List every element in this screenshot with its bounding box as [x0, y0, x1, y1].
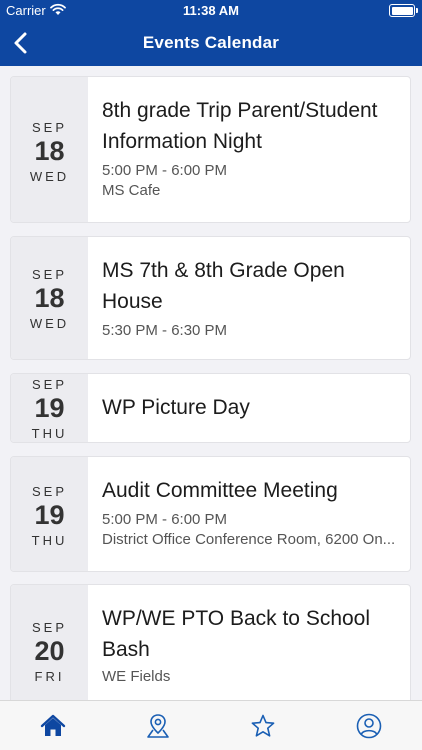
event-month: SEP — [31, 484, 67, 499]
star-icon[interactable] — [250, 713, 276, 739]
clock: 11:38 AM — [183, 3, 239, 18]
event-day: 20 — [34, 636, 65, 666]
event-card[interactable]: SEP 19 THU WP Picture Day — [10, 373, 411, 443]
page-title: Events Calendar — [142, 33, 280, 52]
event-location: District Office Conference Room, 6200 On… — [102, 531, 396, 548]
status-bar: Carrier 11:38 AM — [0, 0, 422, 22]
profile-icon[interactable] — [356, 713, 382, 739]
event-date: SEP 19 THU — [11, 374, 88, 442]
event-weekday: THU — [31, 426, 68, 441]
event-date: SEP 18 WED — [11, 237, 88, 359]
event-info: WP/WE PTO Back to School Bash WE Fields — [102, 603, 402, 685]
event-month: SEP — [31, 377, 67, 392]
home-icon[interactable] — [40, 713, 66, 739]
tab-bar — [0, 700, 422, 750]
event-month: SEP — [31, 267, 67, 282]
battery-icon — [389, 4, 418, 17]
event-location: MS Cafe — [102, 182, 161, 199]
event-info: 8th grade Trip Parent/Student Informatio… — [102, 95, 402, 199]
event-title: Audit Committee Meeting — [102, 479, 338, 502]
event-info: Audit Committee Meeting 5:00 PM - 6:00 P… — [102, 475, 402, 548]
event-location: WE Fields — [102, 668, 171, 685]
event-info: WP Picture Day — [102, 392, 402, 423]
event-weekday: WED — [29, 316, 70, 331]
event-day: 19 — [34, 393, 65, 423]
event-date: SEP 19 THU — [11, 457, 88, 571]
event-date: SEP 20 FRI — [11, 585, 88, 700]
event-day: 18 — [34, 136, 65, 166]
event-weekday: FRI — [34, 669, 65, 684]
map-pin-icon[interactable] — [145, 713, 171, 739]
event-time: 5:30 PM - 6:30 PM — [102, 322, 228, 339]
event-title: 8th grade Trip Parent/Student Informatio… — [102, 99, 378, 153]
event-day: 19 — [34, 500, 65, 530]
event-month: SEP — [31, 120, 67, 135]
event-month: SEP — [31, 620, 67, 635]
event-date: SEP 18 WED — [11, 77, 88, 222]
event-title: WP/WE PTO Back to School Bash — [102, 607, 371, 661]
events-list[interactable]: SEP 18 WED 8th grade Trip Parent/Student… — [0, 66, 422, 700]
event-time: 5:00 PM - 6:00 PM — [102, 511, 228, 528]
event-card[interactable]: SEP 20 FRI WP/WE PTO Back to School Bash… — [10, 584, 411, 700]
event-card[interactable]: SEP 18 WED 8th grade Trip Parent/Student… — [10, 76, 411, 223]
event-weekday: WED — [29, 169, 70, 184]
event-weekday: THU — [31, 533, 68, 548]
event-title: MS 7th & 8th Grade Open House — [102, 259, 345, 313]
event-info: MS 7th & 8th Grade Open House 5:30 PM - … — [102, 255, 402, 339]
event-day: 18 — [34, 283, 65, 313]
event-card[interactable]: SEP 18 WED MS 7th & 8th Grade Open House… — [10, 236, 411, 360]
event-time: 5:00 PM - 6:00 PM — [102, 162, 228, 179]
event-title: WP Picture Day — [102, 396, 250, 419]
header-bar: Carrier 11:38 AM Events Calendar — [0, 0, 422, 66]
event-card[interactable]: SEP 19 THU Audit Committee Meeting 5:00 … — [10, 456, 411, 572]
